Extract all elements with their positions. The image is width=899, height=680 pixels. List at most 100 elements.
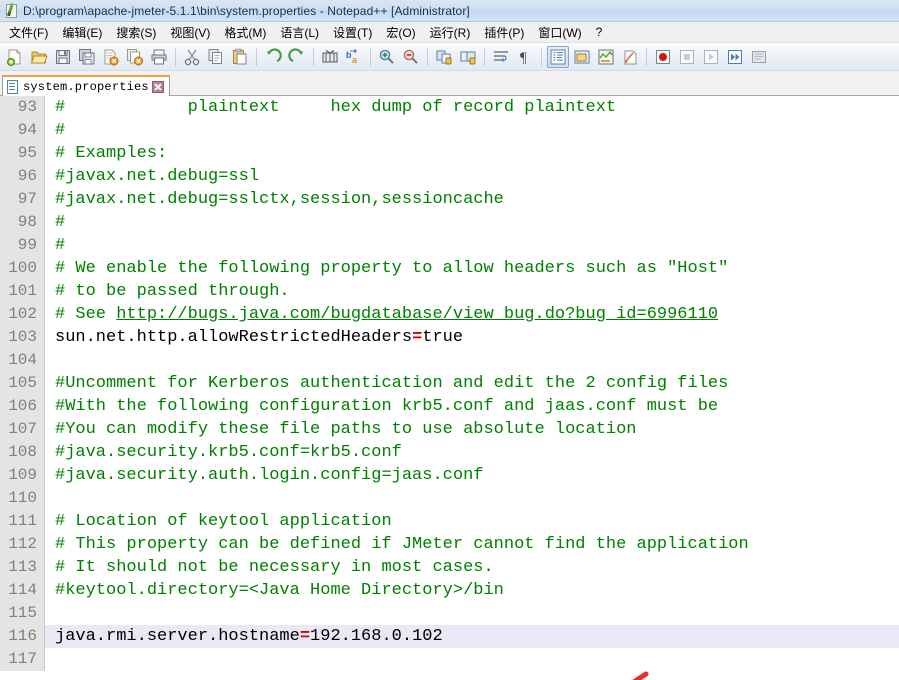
fold-margin[interactable] bbox=[44, 211, 51, 234]
show-all-characters-icon[interactable]: ¶ bbox=[514, 46, 536, 68]
menu-run[interactable]: 运行(R) bbox=[423, 22, 478, 43]
line-text[interactable]: #java.security.krb5.conf=krb5.conf bbox=[51, 441, 899, 464]
line-text[interactable]: # It should not be necessary in most cas… bbox=[51, 556, 899, 579]
code-line[interactable]: 93 # plaintext hex dump of record plainte… bbox=[0, 96, 899, 119]
menu-edit[interactable]: 编辑(E) bbox=[55, 22, 109, 43]
code-line[interactable]: 100 # We enable the following property to… bbox=[0, 257, 899, 280]
fold-margin[interactable] bbox=[44, 464, 51, 487]
code-line[interactable]: 114 #keytool.directory=<Java Home Directo… bbox=[0, 579, 899, 602]
code-line[interactable]: 99 # bbox=[0, 234, 899, 257]
line-text[interactable]: #Uncomment for Kerberos authentication a… bbox=[51, 372, 899, 395]
record-macro-icon[interactable] bbox=[652, 46, 674, 68]
code-line[interactable]: 96 #javax.net.debug=ssl bbox=[0, 165, 899, 188]
code-line[interactable]: 108 #java.security.krb5.conf=krb5.conf bbox=[0, 441, 899, 464]
editor-area[interactable]: 93 # plaintext hex dump of record plainte… bbox=[0, 96, 899, 680]
save-macro-icon[interactable] bbox=[748, 46, 770, 68]
code-line[interactable]: 98 # bbox=[0, 211, 899, 234]
new-file-icon[interactable] bbox=[4, 46, 26, 68]
run-macro-multiple-icon[interactable] bbox=[724, 46, 746, 68]
line-text[interactable]: # Location of keytool application bbox=[51, 510, 899, 533]
fold-margin[interactable] bbox=[44, 326, 51, 349]
fold-margin[interactable] bbox=[44, 142, 51, 165]
fold-margin[interactable] bbox=[44, 165, 51, 188]
fold-margin[interactable] bbox=[44, 234, 51, 257]
fold-margin[interactable] bbox=[44, 487, 51, 510]
code-line[interactable]: 105 #Uncomment for Kerberos authenticatio… bbox=[0, 372, 899, 395]
code-lines[interactable]: 93 # plaintext hex dump of record plainte… bbox=[0, 96, 899, 671]
redo-icon[interactable] bbox=[286, 46, 308, 68]
line-text[interactable] bbox=[51, 602, 899, 625]
indent-guide-icon[interactable] bbox=[547, 45, 569, 68]
function-list-icon[interactable] bbox=[619, 46, 641, 68]
fold-margin[interactable] bbox=[44, 119, 51, 142]
zoom-in-icon[interactable] bbox=[376, 46, 398, 68]
fold-margin[interactable] bbox=[44, 418, 51, 441]
fold-margin[interactable] bbox=[44, 257, 51, 280]
fold-margin[interactable] bbox=[44, 96, 51, 119]
menu-file[interactable]: 文件(F) bbox=[2, 22, 55, 43]
code-line[interactable]: 97 #javax.net.debug=sslctx,session,sessio… bbox=[0, 188, 899, 211]
fold-margin[interactable] bbox=[44, 372, 51, 395]
fold-margin[interactable] bbox=[44, 303, 51, 326]
find-icon[interactable] bbox=[319, 46, 341, 68]
line-text[interactable]: #You can modify these file paths to use … bbox=[51, 418, 899, 441]
code-line[interactable]: 109 #java.security.auth.login.config=jaas… bbox=[0, 464, 899, 487]
menu-macro[interactable]: 宏(O) bbox=[379, 22, 422, 43]
menu-window[interactable]: 窗口(W) bbox=[531, 22, 588, 43]
play-macro-icon[interactable] bbox=[700, 46, 722, 68]
close-file-icon[interactable] bbox=[100, 46, 122, 68]
cut-icon[interactable] bbox=[181, 46, 203, 68]
save-all-icon[interactable] bbox=[76, 46, 98, 68]
code-line[interactable]: 101 # to be passed through. bbox=[0, 280, 899, 303]
fold-margin[interactable] bbox=[44, 602, 51, 625]
code-line[interactable]: 103 sun.net.http.allowRestrictedHeaders=t… bbox=[0, 326, 899, 349]
open-file-icon[interactable] bbox=[28, 46, 50, 68]
line-text[interactable]: #java.security.auth.login.config=jaas.co… bbox=[51, 464, 899, 487]
stop-macro-icon[interactable] bbox=[676, 46, 698, 68]
copy-icon[interactable] bbox=[205, 46, 227, 68]
fold-margin[interactable] bbox=[44, 280, 51, 303]
replace-icon[interactable]: b a bbox=[343, 46, 365, 68]
line-text[interactable]: # to be passed through. bbox=[51, 280, 899, 303]
menu-search[interactable]: 搜索(S) bbox=[109, 22, 163, 43]
close-all-files-icon[interactable] bbox=[124, 46, 146, 68]
menu-help[interactable]: ? bbox=[589, 23, 610, 41]
code-line[interactable]: 113 # It should not be necessary in most … bbox=[0, 556, 899, 579]
line-text[interactable] bbox=[51, 648, 899, 671]
code-line[interactable]: 111 # Location of keytool application bbox=[0, 510, 899, 533]
line-text[interactable]: # Examples: bbox=[51, 142, 899, 165]
fold-margin[interactable] bbox=[44, 441, 51, 464]
print-icon[interactable] bbox=[148, 46, 170, 68]
line-text[interactable] bbox=[51, 349, 899, 372]
line-text[interactable]: sun.net.http.allowRestrictedHeaders=true bbox=[51, 326, 899, 349]
menu-format[interactable]: 格式(M) bbox=[217, 22, 273, 43]
line-text[interactable]: #javax.net.debug=ssl bbox=[51, 165, 899, 188]
code-line[interactable]: 95 # Examples: bbox=[0, 142, 899, 165]
paste-icon[interactable] bbox=[229, 46, 251, 68]
tab-system-properties[interactable]: system.properties bbox=[2, 75, 170, 96]
line-text[interactable]: java.rmi.server.hostname=192.168.0.102 bbox=[51, 625, 899, 648]
fold-margin[interactable] bbox=[44, 395, 51, 418]
line-text[interactable]: #With the following configuration krb5.c… bbox=[51, 395, 899, 418]
menu-plugins[interactable]: 插件(P) bbox=[477, 22, 531, 43]
fold-margin[interactable] bbox=[44, 556, 51, 579]
fold-margin[interactable] bbox=[44, 533, 51, 556]
save-icon[interactable] bbox=[52, 46, 74, 68]
menu-view[interactable]: 视图(V) bbox=[163, 22, 217, 43]
line-text[interactable]: # bbox=[51, 119, 899, 142]
word-wrap-icon[interactable] bbox=[490, 46, 512, 68]
line-text[interactable]: # See http://bugs.java.com/bugdatabase/v… bbox=[51, 303, 899, 326]
code-line[interactable]: 104 bbox=[0, 349, 899, 372]
fold-margin[interactable] bbox=[44, 625, 51, 648]
undo-icon[interactable] bbox=[262, 46, 284, 68]
code-line[interactable]: 107 #You can modify these file paths to u… bbox=[0, 418, 899, 441]
zoom-out-icon[interactable] bbox=[400, 46, 422, 68]
document-map-icon[interactable] bbox=[595, 46, 617, 68]
line-text[interactable]: # bbox=[51, 211, 899, 234]
sync-horizontal-scroll-icon[interactable] bbox=[457, 46, 479, 68]
fold-margin[interactable] bbox=[44, 648, 51, 671]
line-text[interactable] bbox=[51, 487, 899, 510]
fold-margin[interactable] bbox=[44, 188, 51, 211]
line-text[interactable]: # This property can be defined if JMeter… bbox=[51, 533, 899, 556]
line-text[interactable]: # bbox=[51, 234, 899, 257]
